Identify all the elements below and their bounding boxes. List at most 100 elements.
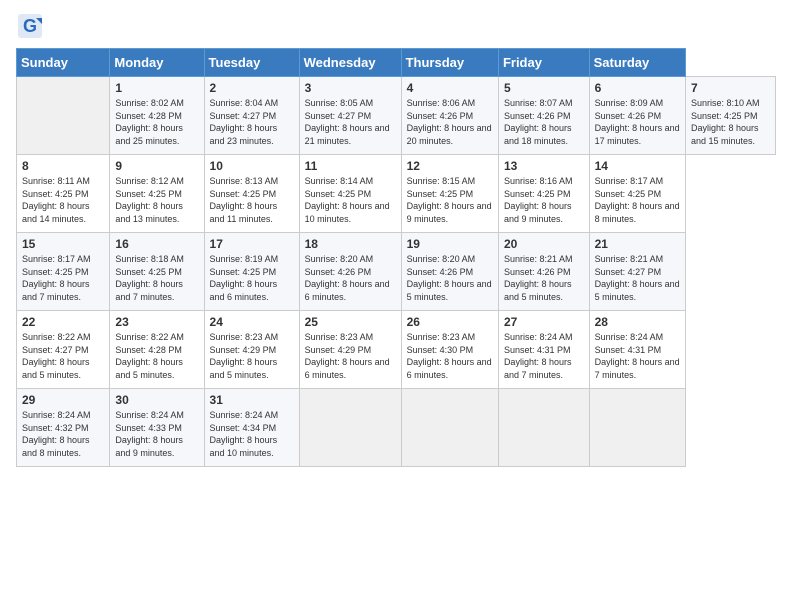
calendar-cell [589, 389, 685, 467]
day-info: Sunrise: 8:14 AMSunset: 4:25 PMDaylight:… [305, 175, 396, 225]
day-number: 30 [115, 393, 198, 407]
logo-icon: G [16, 12, 44, 40]
calendar-cell: 14Sunrise: 8:17 AMSunset: 4:25 PMDayligh… [589, 155, 685, 233]
calendar-cell: 20 Sunrise: 8:21 AMSunset: 4:26 PMDayligh… [498, 233, 589, 311]
day-number: 19 [407, 237, 493, 251]
day-info: Sunrise: 8:24 AMSunset: 4:32 PMDaylight:… [22, 409, 104, 459]
calendar-cell: 26 Sunrise: 8:23 AMSunset: 4:30 PMDayligh… [401, 311, 498, 389]
week-row-3: 22 Sunrise: 8:22 AMSunset: 4:27 PMDayligh… [17, 311, 776, 389]
day-info: Sunrise: 8:24 AMSunset: 4:34 PMDaylight:… [210, 409, 294, 459]
calendar-cell: 4Sunrise: 8:06 AMSunset: 4:26 PMDaylight… [401, 77, 498, 155]
calendar-cell: 19Sunrise: 8:20 AMSunset: 4:26 PMDayligh… [401, 233, 498, 311]
day-info: Sunrise: 8:07 AMSunset: 4:26 PMDaylight:… [504, 97, 584, 147]
calendar-cell: 27Sunrise: 8:24 AMSunset: 4:31 PMDayligh… [498, 311, 589, 389]
day-number: 28 [595, 315, 680, 329]
logo: G [16, 12, 48, 40]
day-number: 22 [22, 315, 104, 329]
day-number: 17 [210, 237, 294, 251]
week-row-2: 15Sunrise: 8:17 AMSunset: 4:25 PMDayligh… [17, 233, 776, 311]
day-number: 12 [407, 159, 493, 173]
day-number: 29 [22, 393, 104, 407]
day-number: 1 [115, 81, 198, 95]
day-header-wednesday: Wednesday [299, 49, 401, 77]
day-number: 25 [305, 315, 396, 329]
day-info: Sunrise: 8:19 AMSunset: 4:25 PMDaylight:… [210, 253, 294, 303]
day-info: Sunrise: 8:02 AMSunset: 4:28 PMDaylight:… [115, 97, 198, 147]
day-number: 21 [595, 237, 680, 251]
day-number: 2 [210, 81, 294, 95]
day-number: 11 [305, 159, 396, 173]
calendar-cell: 1 Sunrise: 8:02 AMSunset: 4:28 PMDaylight… [110, 77, 204, 155]
day-info: Sunrise: 8:10 AMSunset: 4:25 PMDaylight:… [691, 97, 770, 147]
calendar-cell: 12Sunrise: 8:15 AMSunset: 4:25 PMDayligh… [401, 155, 498, 233]
calendar-cell: 28Sunrise: 8:24 AMSunset: 4:31 PMDayligh… [589, 311, 685, 389]
day-header-sunday: Sunday [17, 49, 110, 77]
calendar-cell [17, 77, 110, 155]
day-info: Sunrise: 8:23 AMSunset: 4:29 PMDaylight:… [210, 331, 294, 381]
week-row-0: 1 Sunrise: 8:02 AMSunset: 4:28 PMDaylight… [17, 77, 776, 155]
calendar-cell [498, 389, 589, 467]
day-info: Sunrise: 8:21 AMSunset: 4:27 PMDaylight:… [595, 253, 680, 303]
day-info: Sunrise: 8:16 AMSunset: 4:25 PMDaylight:… [504, 175, 584, 225]
day-number: 8 [22, 159, 104, 173]
calendar-cell: 15Sunrise: 8:17 AMSunset: 4:25 PMDayligh… [17, 233, 110, 311]
calendar-cell: 8Sunrise: 8:11 AMSunset: 4:25 PMDaylight… [17, 155, 110, 233]
day-info: Sunrise: 8:23 AMSunset: 4:30 PMDaylight:… [407, 331, 493, 381]
week-row-1: 8Sunrise: 8:11 AMSunset: 4:25 PMDaylight… [17, 155, 776, 233]
day-info: Sunrise: 8:05 AMSunset: 4:27 PMDaylight:… [305, 97, 396, 147]
day-number: 20 [504, 237, 584, 251]
day-info: Sunrise: 8:04 AMSunset: 4:27 PMDaylight:… [210, 97, 294, 147]
calendar-cell: 25 Sunrise: 8:23 AMSunset: 4:29 PMDayligh… [299, 311, 401, 389]
day-header-friday: Friday [498, 49, 589, 77]
day-number: 27 [504, 315, 584, 329]
day-info: Sunrise: 8:06 AMSunset: 4:26 PMDaylight:… [407, 97, 493, 147]
day-info: Sunrise: 8:22 AMSunset: 4:27 PMDaylight:… [22, 331, 104, 381]
day-number: 18 [305, 237, 396, 251]
header: G [16, 12, 776, 40]
day-number: 26 [407, 315, 493, 329]
calendar-cell: 11 Sunrise: 8:14 AMSunset: 4:25 PMDayligh… [299, 155, 401, 233]
calendar-cell: 3 Sunrise: 8:05 AMSunset: 4:27 PMDaylight… [299, 77, 401, 155]
day-number: 16 [115, 237, 198, 251]
day-info: Sunrise: 8:20 AMSunset: 4:26 PMDaylight:… [305, 253, 396, 303]
day-number: 3 [305, 81, 396, 95]
calendar-cell: 5 Sunrise: 8:07 AMSunset: 4:26 PMDaylight… [498, 77, 589, 155]
day-number: 5 [504, 81, 584, 95]
calendar-cell [401, 389, 498, 467]
calendar-cell: 9 Sunrise: 8:12 AMSunset: 4:25 PMDaylight… [110, 155, 204, 233]
calendar-cell: 31 Sunrise: 8:24 AMSunset: 4:34 PMDayligh… [204, 389, 299, 467]
calendar-cell: 13Sunrise: 8:16 AMSunset: 4:25 PMDayligh… [498, 155, 589, 233]
day-number: 10 [210, 159, 294, 173]
week-row-4: 29 Sunrise: 8:24 AMSunset: 4:32 PMDayligh… [17, 389, 776, 467]
calendar-cell: 30Sunrise: 8:24 AMSunset: 4:33 PMDayligh… [110, 389, 204, 467]
day-info: Sunrise: 8:22 AMSunset: 4:28 PMDaylight:… [115, 331, 198, 381]
svg-text:G: G [23, 16, 37, 36]
day-header-tuesday: Tuesday [204, 49, 299, 77]
day-info: Sunrise: 8:12 AMSunset: 4:25 PMDaylight:… [115, 175, 198, 225]
calendar-cell [299, 389, 401, 467]
calendar-cell: 18 Sunrise: 8:20 AMSunset: 4:26 PMDayligh… [299, 233, 401, 311]
calendar-header-row: SundayMondayTuesdayWednesdayThursdayFrid… [17, 49, 776, 77]
calendar-cell: 16 Sunrise: 8:18 AMSunset: 4:25 PMDayligh… [110, 233, 204, 311]
calendar-cell: 2 Sunrise: 8:04 AMSunset: 4:27 PMDaylight… [204, 77, 299, 155]
calendar-cell: 6Sunrise: 8:09 AMSunset: 4:26 PMDaylight… [589, 77, 685, 155]
day-info: Sunrise: 8:13 AMSunset: 4:25 PMDaylight:… [210, 175, 294, 225]
calendar-cell: 29 Sunrise: 8:24 AMSunset: 4:32 PMDayligh… [17, 389, 110, 467]
day-number: 7 [691, 81, 770, 95]
calendar-cell: 17 Sunrise: 8:19 AMSunset: 4:25 PMDayligh… [204, 233, 299, 311]
calendar-cell: 23Sunrise: 8:22 AMSunset: 4:28 PMDayligh… [110, 311, 204, 389]
calendar-cell: 22 Sunrise: 8:22 AMSunset: 4:27 PMDayligh… [17, 311, 110, 389]
day-header-monday: Monday [110, 49, 204, 77]
day-info: Sunrise: 8:21 AMSunset: 4:26 PMDaylight:… [504, 253, 584, 303]
calendar-cell: 24 Sunrise: 8:23 AMSunset: 4:29 PMDayligh… [204, 311, 299, 389]
day-number: 6 [595, 81, 680, 95]
day-number: 14 [595, 159, 680, 173]
day-info: Sunrise: 8:18 AMSunset: 4:25 PMDaylight:… [115, 253, 198, 303]
day-info: Sunrise: 8:23 AMSunset: 4:29 PMDaylight:… [305, 331, 396, 381]
day-number: 31 [210, 393, 294, 407]
day-number: 9 [115, 159, 198, 173]
calendar-cell: 21 Sunrise: 8:21 AMSunset: 4:27 PMDayligh… [589, 233, 685, 311]
day-number: 24 [210, 315, 294, 329]
calendar-cell: 10 Sunrise: 8:13 AMSunset: 4:25 PMDayligh… [204, 155, 299, 233]
day-info: Sunrise: 8:17 AMSunset: 4:25 PMDaylight:… [22, 253, 104, 303]
